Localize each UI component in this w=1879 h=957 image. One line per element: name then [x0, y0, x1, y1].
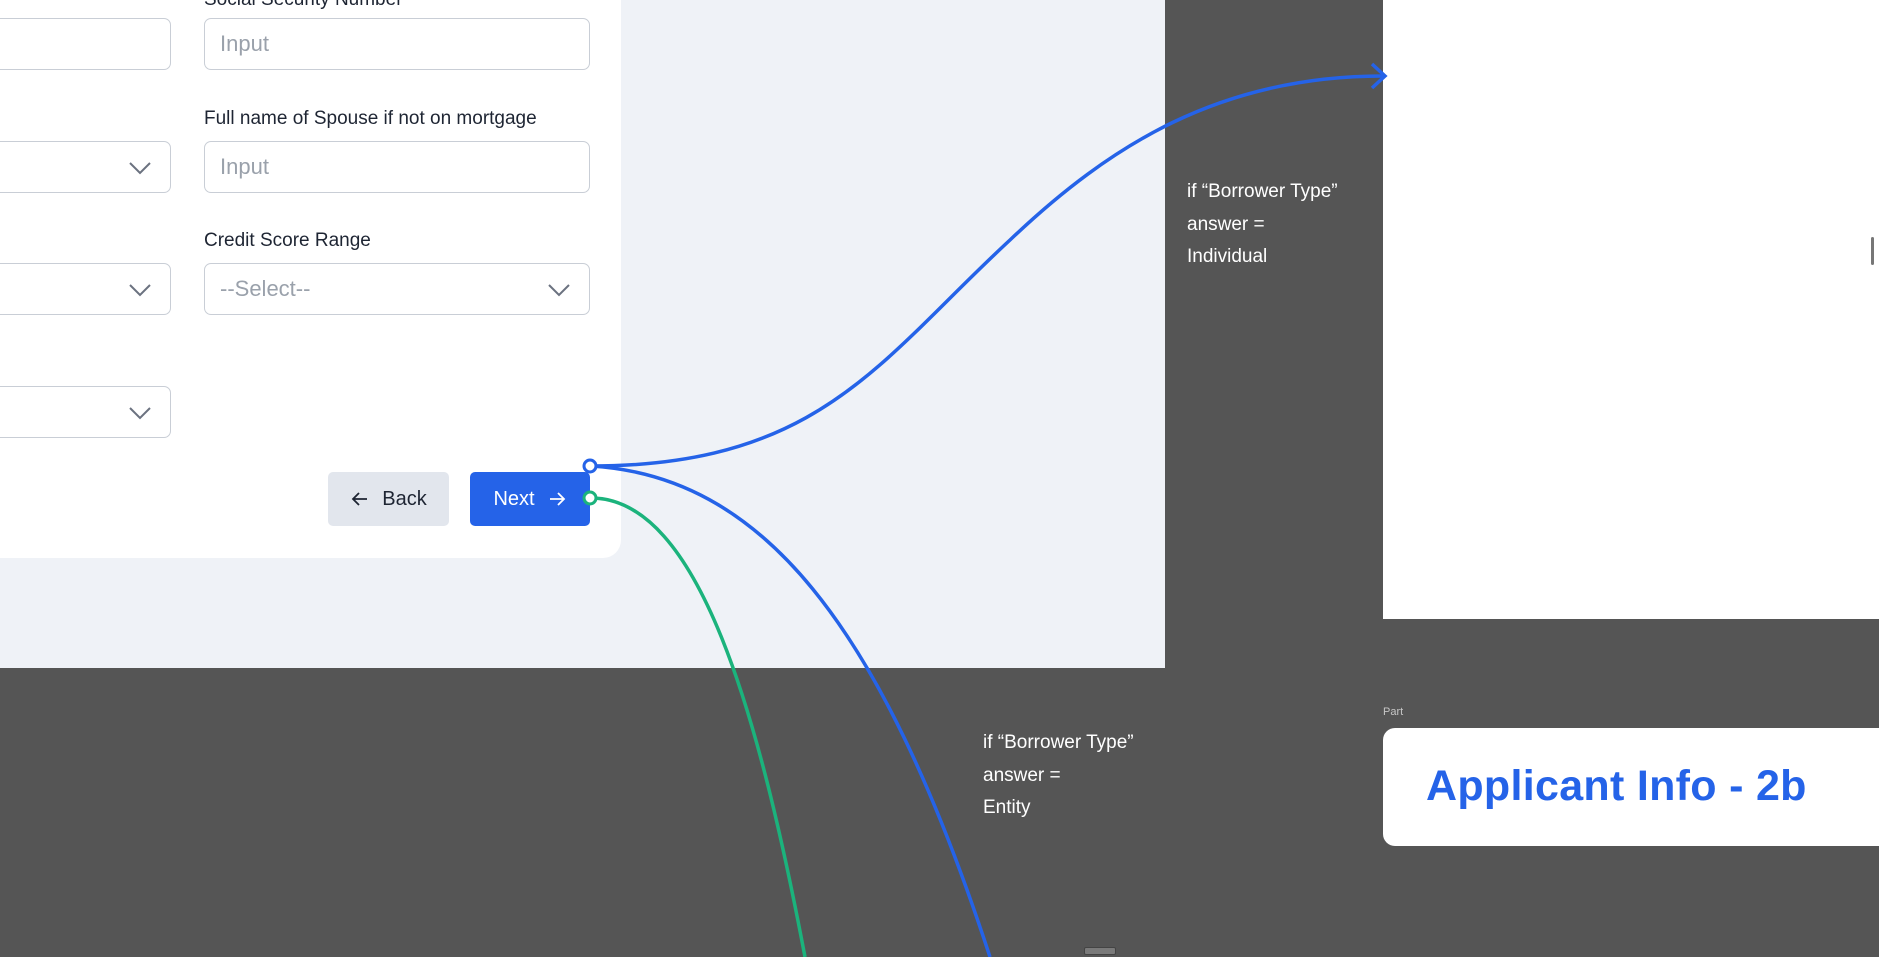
connection-node-blue[interactable] [582, 458, 598, 474]
prototype-connections [582, 62, 1388, 957]
connection-individual[interactable] [590, 74, 1384, 468]
connection-node-green[interactable] [582, 490, 598, 506]
connection-green[interactable] [590, 496, 807, 957]
